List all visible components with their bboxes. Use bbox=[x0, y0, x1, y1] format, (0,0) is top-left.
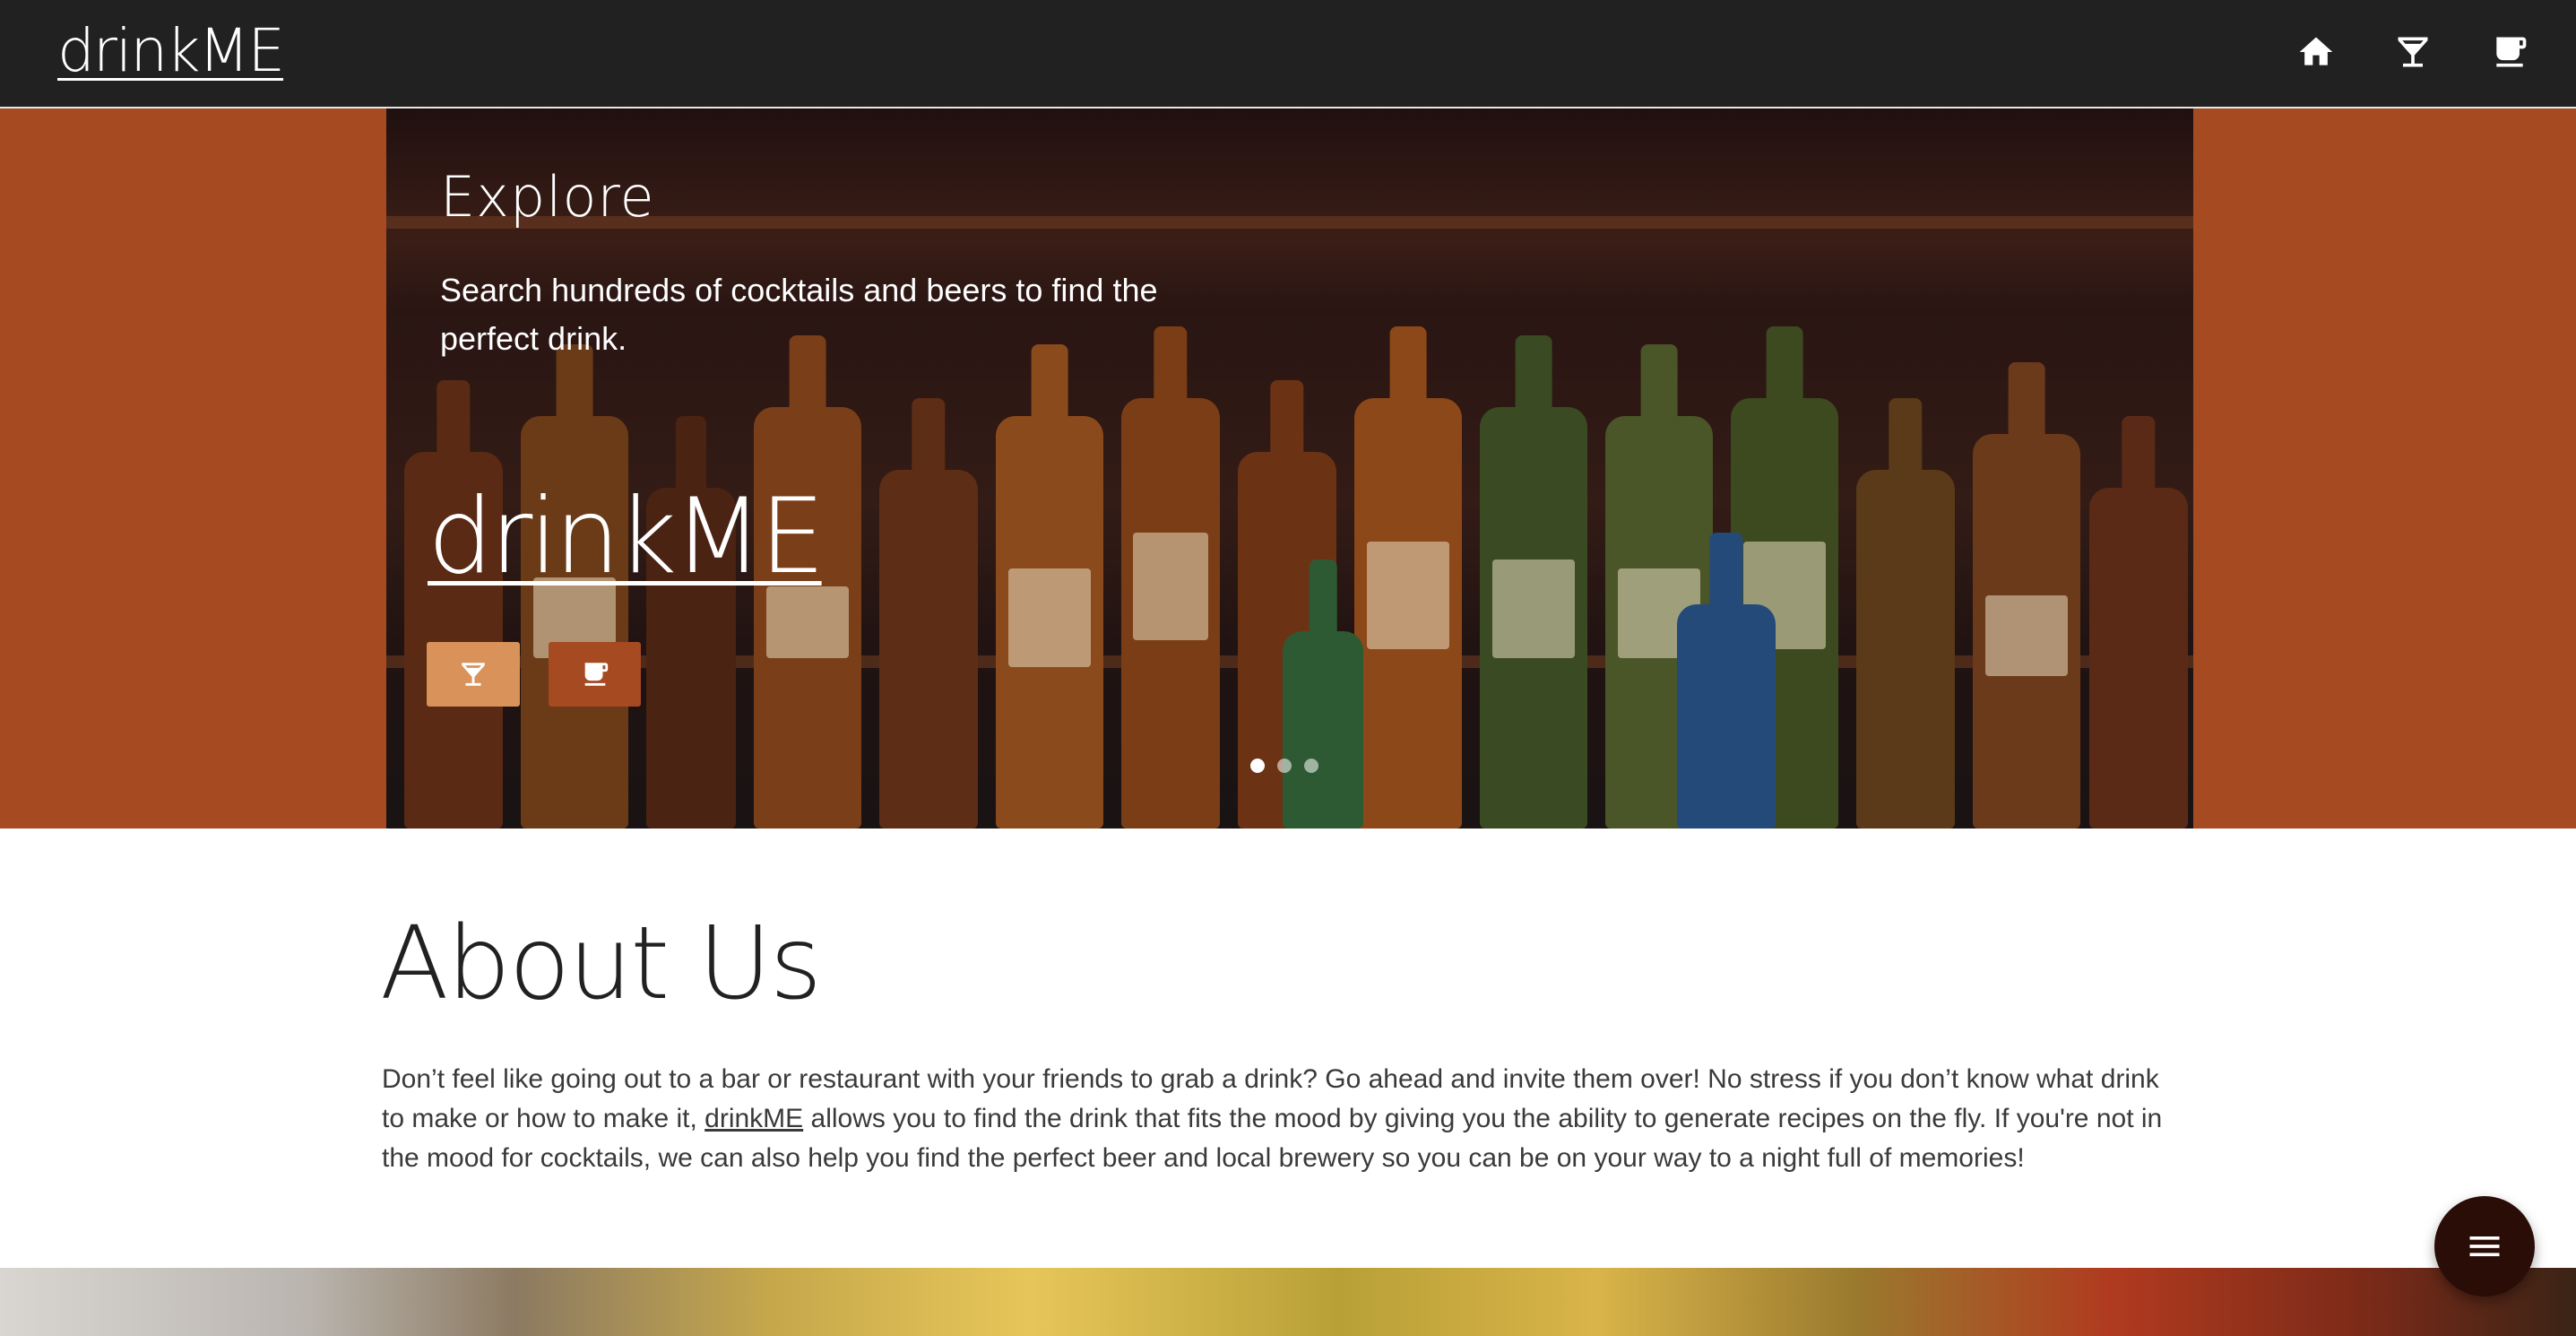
hero-description: Search hundreds of cocktails and beers t… bbox=[440, 272, 1158, 357]
hero-title: Explore bbox=[440, 164, 655, 230]
cocktail-section-image bbox=[0, 1268, 2576, 1336]
carousel-indicators bbox=[1250, 759, 1318, 773]
about-heading: About Us bbox=[380, 906, 822, 1022]
about-brand-link[interactable]: drinkME bbox=[705, 1104, 803, 1133]
cocktail-icon[interactable] bbox=[2393, 32, 2433, 72]
cocktail-icon bbox=[462, 663, 485, 686]
about-paragraph: Don’t feel like going out to a bar or re… bbox=[382, 1060, 2183, 1178]
beer-button[interactable] bbox=[549, 642, 641, 707]
home-icon[interactable] bbox=[2296, 32, 2336, 72]
hero-section: Explore Search hundreds of cocktails and… bbox=[0, 108, 2576, 828]
nav-icon-group bbox=[2296, 32, 2529, 72]
brand-logo-link[interactable]: drinkME bbox=[57, 16, 285, 85]
beer-mug-icon bbox=[584, 663, 608, 686]
menu-icon bbox=[2469, 1236, 2500, 1256]
cocktail-button[interactable] bbox=[427, 642, 520, 707]
carousel-dot-3[interactable] bbox=[1304, 759, 1318, 773]
beer-mug-icon[interactable] bbox=[2490, 32, 2529, 72]
hero-carousel: Explore Search hundreds of cocktails and… bbox=[386, 108, 2193, 828]
carousel-dot-1[interactable] bbox=[1250, 759, 1265, 773]
top-navbar: drinkME bbox=[0, 0, 2576, 108]
carousel-dot-2[interactable] bbox=[1277, 759, 1292, 773]
hero-brand-link[interactable]: drinkME bbox=[428, 476, 826, 597]
menu-fab-button[interactable] bbox=[2434, 1196, 2535, 1297]
